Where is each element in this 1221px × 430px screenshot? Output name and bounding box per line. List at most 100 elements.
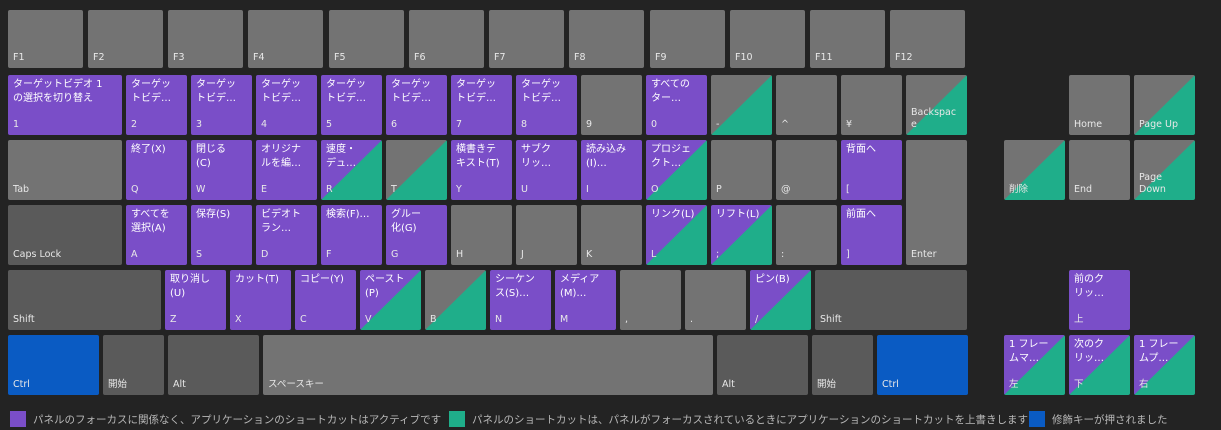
key-j[interactable]: J [516,205,577,265]
key-r[interactable]: 速度・ デュ… R [321,140,382,200]
key-b[interactable]: B [425,270,486,330]
key-backspace[interactable]: Backspac e [906,75,967,135]
key-arrowleft[interactable]: 1 フレー ムマ… 左 [1004,335,1065,395]
key-minus[interactable]: - [711,75,772,135]
key-4[interactable]: ターゲッ トビデ… 4 [256,75,317,135]
key-f5[interactable]: F5 [329,10,404,68]
key-capslock[interactable]: Caps Lock [8,205,122,265]
key-comma[interactable]: , [620,270,681,330]
key-d[interactable]: ビデオト ラン… D [256,205,317,265]
key-f3[interactable]: F3 [168,10,243,68]
key-f4[interactable]: F4 [248,10,323,68]
key-enter[interactable]: Enter [906,140,967,265]
key-arrowright[interactable]: 1 フレー ムプ… 右 [1134,335,1195,395]
key-w[interactable]: 閉じる (C) W [191,140,252,200]
key-rstart[interactable]: 開始 [812,335,873,395]
key-0[interactable]: すべての ター… 0 [646,75,707,135]
key-7[interactable]: ターゲッ トビデ… 7 [451,75,512,135]
key-lctrl[interactable]: Ctrl [8,335,99,395]
key-lalt[interactable]: Alt [168,335,259,395]
key-z[interactable]: 取り消し (U) Z [165,270,226,330]
key-lshift[interactable]: Shift [8,270,161,330]
key-m[interactable]: メディア (M)… M [555,270,616,330]
key-at[interactable]: @ [776,140,837,200]
key-cap-label: 下 [1074,379,1084,390]
key-8[interactable]: ターゲッ トビデ… 8 [516,75,577,135]
key-slash[interactable]: ピン(B) / [750,270,811,330]
key-arrowdown[interactable]: 次のク リッ… 下 [1069,335,1130,395]
key-f9[interactable]: F9 [650,10,725,68]
key-semicolon[interactable]: リフト(L); [711,205,772,265]
key-space[interactable]: スペースキー [263,335,713,395]
key-p[interactable]: P [711,140,772,200]
key-cap-label: 1 [13,119,20,130]
key-cap-label: X [235,314,242,325]
key-delete[interactable]: 削除 [1004,140,1065,200]
key-caret[interactable]: ^ [776,75,837,135]
key-home[interactable]: Home [1069,75,1130,135]
key-e[interactable]: オリジナ ルを編… E [256,140,317,200]
key-cap-label: @ [781,184,791,195]
legend-label: パネルのショートカットは、パネルがフォーカスされているときにアプリケーションのシ… [472,413,1028,426]
key-yen[interactable]: ¥ [841,75,902,135]
key-t[interactable]: T [386,140,447,200]
key-f2[interactable]: F2 [88,10,163,68]
key-y[interactable]: 横書きテ キスト(T) Y [451,140,512,200]
key-cap-label: 左 [1009,379,1019,390]
key-h[interactable]: H [451,205,512,265]
key-cap-label: D [261,249,269,260]
key-cap-label: J [521,249,524,260]
key-cap-label: 右 [1139,379,1149,390]
key-cap-label: F10 [735,52,753,63]
key-c[interactable]: コピー(Y) C [295,270,356,330]
key-i[interactable]: 読み込み (I)… I [581,140,642,200]
key-lstart[interactable]: 開始 [103,335,164,395]
key-l[interactable]: リンク(L) L [646,205,707,265]
key-q[interactable]: 終了(X) Q [126,140,187,200]
key-ralt[interactable]: Alt [717,335,808,395]
key-cap-label: S [196,249,203,260]
key-lbracket[interactable]: 背面へ [ [841,140,902,200]
key-f11[interactable]: F11 [810,10,885,68]
key-arrowup[interactable]: 前のク リッ… 上 [1069,270,1130,330]
key-9[interactable]: 9 [581,75,642,135]
key-f7[interactable]: F7 [489,10,564,68]
key-v[interactable]: ペースト (P) V [360,270,421,330]
key-n[interactable]: シーケン ス(S)… N [490,270,551,330]
key-cap-label: - [716,119,720,130]
key-2[interactable]: ターゲッ トビデ… 2 [126,75,187,135]
key-action-label: 読み込み (I)… [586,144,626,169]
key-end[interactable]: End [1069,140,1130,200]
key-action-label: 取り消し (U) [170,274,210,299]
key-colon[interactable]: : [776,205,837,265]
key-rbracket[interactable]: 前面へ] [841,205,902,265]
key-action-label: オリジナ ルを編… [261,144,301,169]
key-o[interactable]: プロジェ クト… O [646,140,707,200]
key-x[interactable]: カット(T) X [230,270,291,330]
key-6[interactable]: ターゲッ トビデ… 6 [386,75,447,135]
key-tab[interactable]: Tab [8,140,122,200]
key-3[interactable]: ターゲッ トビデ… 3 [191,75,252,135]
key-f8[interactable]: F8 [569,10,644,68]
key-cap-label: F8 [574,52,586,63]
key-u[interactable]: サブク リッ… U [516,140,577,200]
key-f12[interactable]: F12 [890,10,965,68]
key-f6[interactable]: F6 [409,10,484,68]
key-action-label: 速度・ デュ… [326,144,356,169]
key-pagedown[interactable]: Page Down [1134,140,1195,200]
key-action-label: メディア (M)… [560,274,600,299]
key-rctrl[interactable]: Ctrl [877,335,968,395]
key-f1[interactable]: F1 [8,10,83,68]
key-rshift[interactable]: Shift [815,270,967,330]
key-s[interactable]: 保存(S) S [191,205,252,265]
key-pageup[interactable]: Page Up [1134,75,1195,135]
key-f[interactable]: 検索(F)… F [321,205,382,265]
key-a[interactable]: すべてを 選択(A) A [126,205,187,265]
key-period[interactable]: . [685,270,746,330]
key-f10[interactable]: F10 [730,10,805,68]
key-g[interactable]: グルー 化(G) G [386,205,447,265]
key-cap-label: F12 [895,52,913,63]
key-5[interactable]: ターゲッ トビデ… 5 [321,75,382,135]
key-1[interactable]: ターゲットビデオ 1 の選択を切り替え 1 [8,75,122,135]
key-k[interactable]: K [581,205,642,265]
